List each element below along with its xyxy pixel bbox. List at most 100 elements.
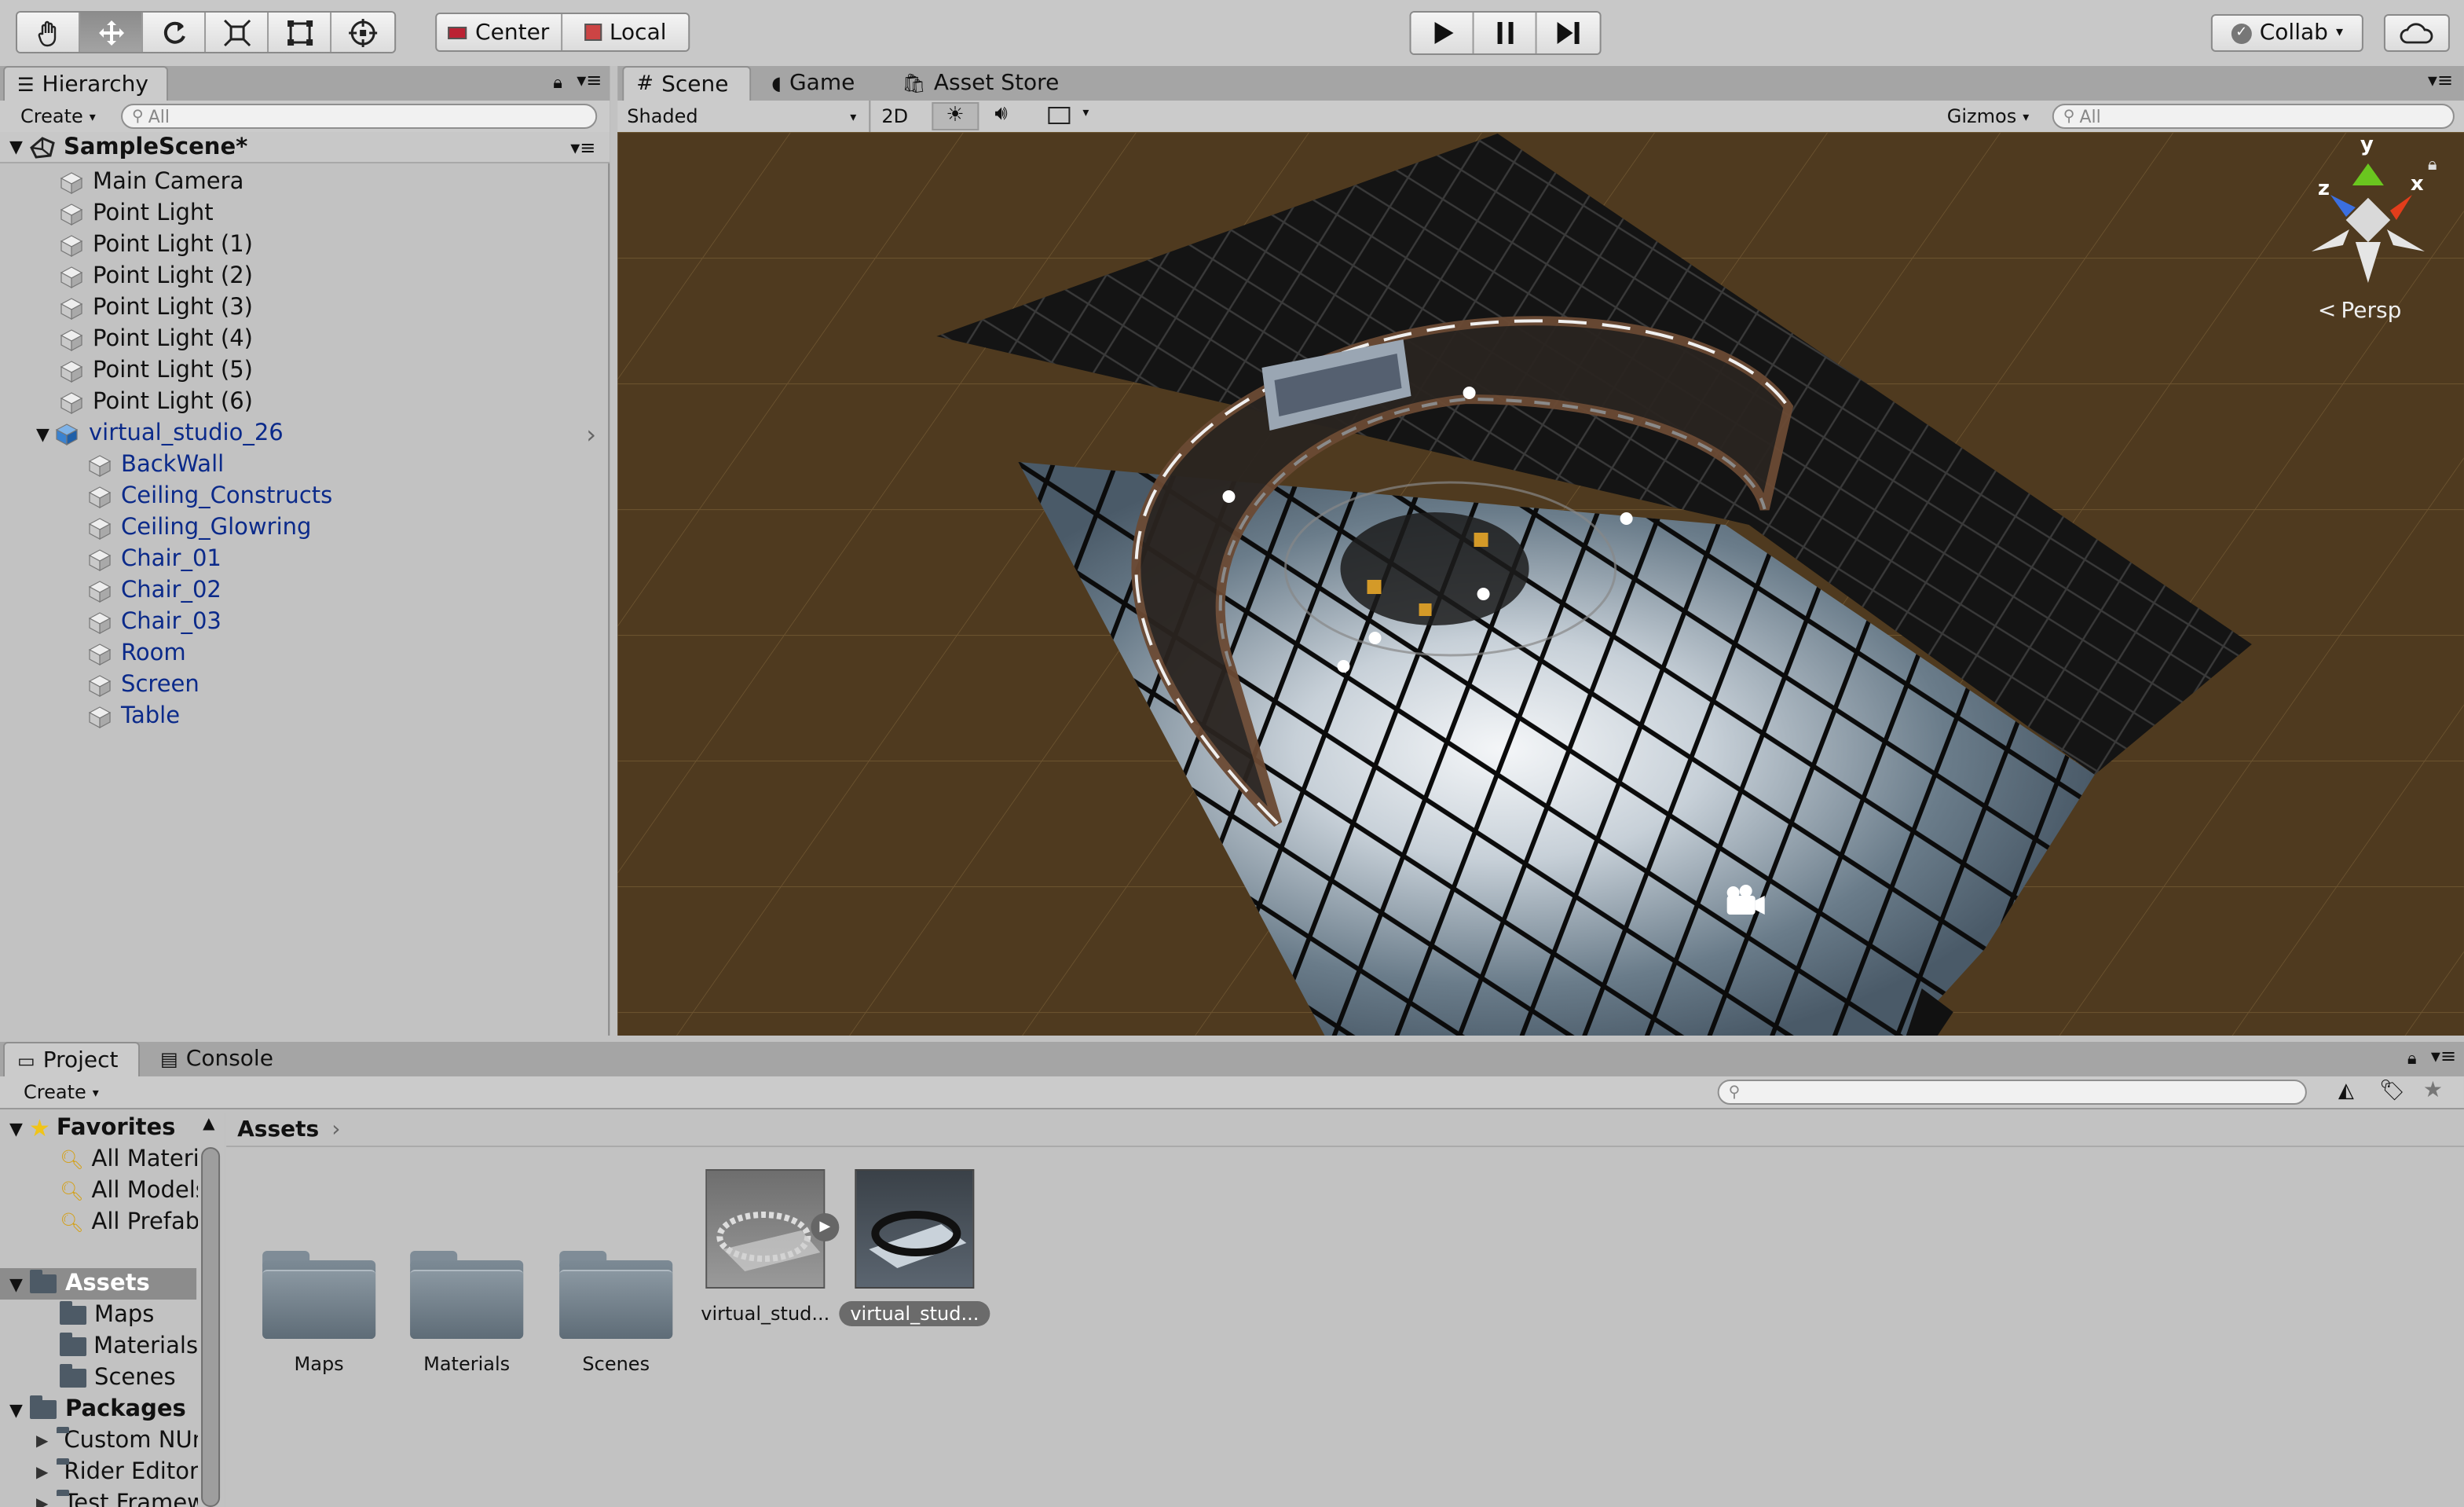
move-tool-button[interactable]	[80, 13, 144, 52]
hierarchy-item[interactable]: Point Light (4)	[0, 324, 610, 355]
folder-icon	[60, 1333, 86, 1356]
shading-mode-dropdown[interactable]: Shaded ▾	[627, 105, 856, 127]
lighting-toggle[interactable]: ☀	[932, 102, 979, 130]
hierarchy-item[interactable]: Main Camera	[0, 167, 610, 198]
favorite-item[interactable]: 🔍︎All Materials	[0, 1144, 198, 1175]
panel-menu-icon[interactable]: ▾≡	[2428, 69, 2453, 91]
tab-scene[interactable]: # Scene	[622, 66, 752, 101]
asset-folder-materials[interactable]: Materials	[396, 1238, 537, 1377]
lock-icon[interactable]: 🔒︎	[553, 72, 562, 94]
hierarchy-child-item[interactable]: BackWall	[0, 449, 610, 481]
gameobject-cube-icon	[56, 423, 79, 446]
hierarchy-child-item[interactable]: Chair_01	[0, 544, 610, 575]
projection-toggle[interactable]: < Persp	[2318, 299, 2402, 324]
expand-arrow-icon[interactable]: ▶	[36, 1432, 48, 1450]
project-create-button[interactable]: Create ▾	[24, 1081, 99, 1103]
hierarchy-child-item[interactable]: Table	[0, 701, 610, 732]
expand-arrow-icon[interactable]: ▼	[9, 137, 23, 157]
scene-search-input[interactable]: ⚲ All	[2052, 104, 2455, 129]
hierarchy-child-item[interactable]: Chair_03	[0, 607, 610, 638]
hierarchy-item[interactable]: Point Light (3)	[0, 292, 610, 324]
expand-arrow-icon[interactable]: ▼	[9, 1118, 23, 1138]
transform-tool-button[interactable]	[331, 13, 395, 52]
project-search-input[interactable]: ⚲	[1717, 1080, 2307, 1105]
asset-folder-scenes[interactable]: Scenes	[545, 1238, 686, 1377]
tab-game[interactable]: ◖ Game	[759, 66, 867, 101]
tree-folder-item[interactable]: Maps	[0, 1300, 198, 1331]
assets-row[interactable]: ▼ Assets	[0, 1268, 197, 1300]
package-item[interactable]: ▶ Rider Editor	[0, 1457, 198, 1488]
scroll-up-arrow-icon[interactable]: ▲	[203, 1116, 214, 1133]
scene-row[interactable]: ▼ SampleScene* ▾≡	[0, 132, 610, 163]
favorites-row[interactable]: ▼ ★ Favorites	[0, 1113, 175, 1144]
expand-arrow-icon[interactable]: ▶	[36, 1464, 48, 1481]
hierarchy-child-item[interactable]: Screen	[0, 669, 610, 701]
hierarchy-create-button[interactable]: Create ▾	[20, 105, 96, 127]
panel-menu-icon[interactable]: ▾≡	[577, 69, 602, 91]
hierarchy-child-label: Ceiling_Glowring	[121, 515, 312, 541]
hierarchy-child-label: Room	[121, 641, 186, 666]
package-item[interactable]: ▶Test Framework	[0, 1488, 198, 1507]
hierarchy-item[interactable]: Point Light (5)	[0, 355, 610, 387]
hierarchy-child-item[interactable]: Ceiling_Glowring	[0, 512, 610, 544]
scale-tool-button[interactable]	[206, 13, 269, 52]
orientation-gizmo[interactable]: y x z < Persp	[2299, 134, 2440, 324]
tab-project[interactable]: ▭ Project	[3, 1042, 141, 1076]
expand-arrow-icon[interactable]: ▼	[36, 424, 49, 444]
asset-folder-maps[interactable]: Maps	[248, 1238, 390, 1377]
collab-button[interactable]: ✓ Collab ▾	[2210, 14, 2363, 52]
gizmos-dropdown[interactable]: Gizmos ▾	[1947, 105, 2030, 127]
gameobject-cube-icon	[88, 706, 112, 728]
step-button[interactable]	[1536, 13, 1600, 53]
star-icon[interactable]: ★	[2423, 1078, 2443, 1103]
toggle-2d-button[interactable]: 2D	[881, 105, 908, 127]
tab-console[interactable]: ▤ Console	[148, 1042, 286, 1076]
asset-model-virtual-studio[interactable]: ▶ virtual_stud...	[694, 1169, 840, 1326]
package-item[interactable]: ▶Custom NUnit	[0, 1425, 198, 1457]
scene-menu-icon[interactable]: ▾≡	[570, 136, 595, 158]
panel-menu-icon[interactable]: ▾≡	[2431, 1045, 2456, 1067]
expand-arrow-icon[interactable]: ▼	[9, 1274, 23, 1294]
hierarchy-child-label: Chair_01	[121, 547, 222, 572]
pause-button[interactable]	[1474, 13, 1537, 53]
pivot-mode-button[interactable]: Center	[437, 14, 563, 50]
lock-icon[interactable]: 🔒︎	[2428, 154, 2437, 176]
open-prefab-chevron-icon[interactable]: ›	[586, 419, 596, 449]
packages-row[interactable]: ▼ Packages	[0, 1394, 186, 1425]
hierarchy-child-item[interactable]: Room	[0, 638, 610, 669]
expand-arrow-icon[interactable]: ▶	[36, 1495, 48, 1507]
hierarchy-child-item[interactable]: Chair_02	[0, 575, 610, 607]
rotate-tool-button[interactable]	[143, 13, 207, 52]
scroll-thumb[interactable]	[201, 1147, 221, 1507]
hierarchy-item[interactable]: Point Light (2)	[0, 261, 610, 292]
audio-toggle[interactable]: 🔊︎	[985, 102, 1029, 130]
hierarchy-search-input[interactable]: ⚲ All	[121, 104, 598, 129]
tab-asset-store[interactable]: 🛍︎ Asset Store	[889, 66, 1071, 101]
play-button[interactable]	[1411, 13, 1474, 53]
hierarchy-item[interactable]: ▼ virtual_studio_26 ›	[0, 418, 610, 449]
hand-tool-button[interactable]	[17, 13, 81, 52]
tag-icon[interactable]: 🏷︎	[2379, 1080, 2405, 1103]
cloud-button[interactable]	[2383, 14, 2450, 52]
pause-icon	[1496, 22, 1513, 44]
effects-dropdown[interactable]: ▾	[1038, 102, 1101, 130]
filter-type-icon[interactable]: ◭	[2338, 1080, 2354, 1103]
hierarchy-item[interactable]: Point Light	[0, 198, 610, 229]
pivot-rotation-button[interactable]: Local	[562, 14, 689, 50]
favorite-item[interactable]: 🔍︎All Prefabs	[0, 1207, 198, 1238]
lock-icon[interactable]: 🔒︎	[2407, 1048, 2417, 1070]
hierarchy-item[interactable]: Point Light (1)	[0, 229, 610, 261]
hierarchy-child-item[interactable]: Ceiling_Constructs	[0, 481, 610, 512]
rect-tool-button[interactable]	[269, 13, 332, 52]
expand-play-icon[interactable]: ▶	[811, 1213, 840, 1241]
scene-viewport[interactable]: y x z < Persp 🔒︎	[617, 132, 2464, 1036]
tree-folder-item[interactable]: Materials	[0, 1331, 198, 1362]
tree-scrollbar[interactable]: ▲	[198, 1113, 225, 1507]
favorite-item[interactable]: 🔍︎ All Models	[0, 1175, 198, 1207]
tab-hierarchy[interactable]: ☰ Hierarchy	[3, 66, 169, 101]
asset-prefab-virtual-studio[interactable]: virtual_stud...	[839, 1169, 990, 1326]
breadcrumb-assets[interactable]: Assets	[237, 1116, 319, 1142]
tree-folder-item[interactable]: Scenes	[0, 1362, 198, 1394]
hierarchy-item[interactable]: Point Light (6)	[0, 387, 610, 418]
expand-arrow-icon[interactable]: ▼	[9, 1399, 23, 1420]
